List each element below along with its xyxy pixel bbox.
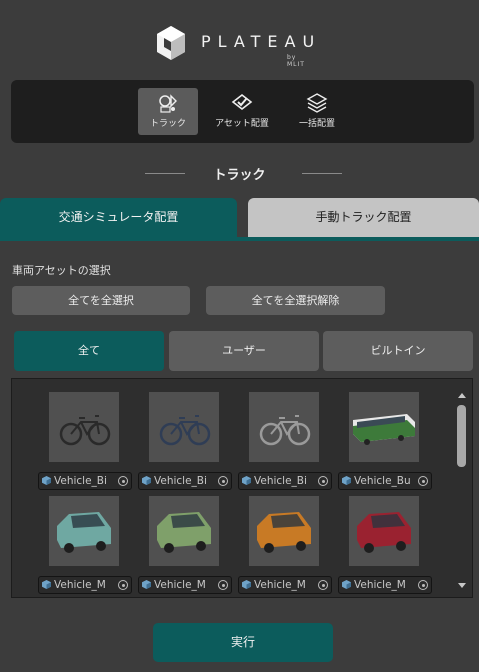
object-picker-icon[interactable]	[218, 476, 228, 486]
asset-thumbnail[interactable]	[249, 392, 319, 462]
prefab-cube-icon	[242, 580, 251, 589]
asset-name: Vehicle_M	[354, 579, 406, 591]
asset-object-field[interactable]: Vehicle_M	[138, 576, 232, 594]
asset-name: Vehicle_M	[154, 579, 206, 591]
prefab-cube-icon	[142, 476, 151, 485]
filter-tab-all[interactable]: 全て	[14, 331, 164, 371]
asset-name: Vehicle_Bu	[354, 475, 411, 487]
asset-thumbnail[interactable]	[149, 392, 219, 462]
mode-button-track[interactable]: トラック	[138, 88, 198, 135]
object-picker-icon[interactable]	[118, 476, 128, 486]
asset-grid-panel: Vehicle_Bi Vehicle_Bi Vehicle_Bi Vehicle…	[11, 378, 473, 598]
asset-object-field[interactable]: Vehicle_Bi	[38, 472, 132, 490]
prefab-cube-icon	[242, 476, 251, 485]
section-title: トラック	[213, 168, 266, 183]
object-picker-icon[interactable]	[118, 580, 128, 590]
tab-manual-track-placement[interactable]: 手動トラック配置	[248, 198, 479, 237]
logo-wordmark: PLATEAU	[201, 32, 322, 51]
object-picker-icon[interactable]	[318, 580, 328, 590]
asset-object-field[interactable]: Vehicle_M	[338, 576, 432, 594]
asset-name: Vehicle_Bi	[154, 475, 207, 487]
filter-tab-builtin[interactable]: ビルトイン	[323, 331, 473, 371]
mode-label-track: トラック	[149, 119, 186, 129]
mode-button-bulk-place[interactable]: 一括配置	[287, 88, 347, 135]
prefab-cube-icon	[42, 476, 51, 485]
asset-name: Vehicle_M	[254, 579, 306, 591]
tab-simulator-placement[interactable]: 交通シミュレータ配置	[0, 198, 237, 237]
asset-object-field[interactable]: Vehicle_M	[38, 576, 132, 594]
logo-subtitle: by MLIT	[287, 54, 305, 68]
asset-thumbnail[interactable]	[49, 392, 119, 462]
scrollbar-thumb[interactable]	[457, 405, 466, 467]
asset-object-field[interactable]: Vehicle_Bi	[238, 472, 332, 490]
object-picker-icon[interactable]	[318, 476, 328, 486]
asset-thumbnail[interactable]	[49, 496, 119, 566]
deselect-all-button[interactable]: 全てを全選択解除	[206, 286, 385, 315]
object-picker-icon[interactable]	[418, 580, 428, 590]
mode-label-asset-place: アセット配置	[215, 119, 269, 129]
asset-thumbnail[interactable]	[249, 496, 319, 566]
plateau-logo-icon	[157, 26, 185, 60]
scroll-up-icon[interactable]	[458, 393, 466, 398]
asset-name: Vehicle_Bi	[54, 475, 107, 487]
prefab-cube-icon	[342, 476, 351, 485]
vehicle-select-label: 車両アセットの選択	[12, 264, 111, 277]
mode-toolbar: トラック アセット配置 一括配置	[11, 80, 474, 143]
asset-thumbnail[interactable]	[349, 392, 419, 462]
title-divider-right	[302, 173, 342, 174]
asset-name: Vehicle_M	[54, 579, 106, 591]
mode-label-bulk-place: 一括配置	[298, 119, 335, 129]
object-picker-icon[interactable]	[218, 580, 228, 590]
prefab-cube-icon	[42, 580, 51, 589]
tab-underline	[0, 237, 479, 241]
asset-thumbnail[interactable]	[349, 496, 419, 566]
filter-tab-user[interactable]: ユーザー	[169, 331, 319, 371]
mode-button-asset-place[interactable]: アセット配置	[212, 88, 272, 135]
prefab-cube-icon	[342, 580, 351, 589]
asset-object-field[interactable]: Vehicle_Bi	[138, 472, 232, 490]
asset-place-icon	[231, 93, 253, 111]
select-all-button[interactable]: 全てを全選択	[12, 286, 190, 315]
run-button[interactable]: 実行	[153, 623, 333, 662]
scroll-down-icon[interactable]	[458, 583, 466, 588]
asset-object-field[interactable]: Vehicle_Bu	[338, 472, 432, 490]
track-icon	[159, 94, 177, 113]
asset-thumbnail[interactable]	[149, 496, 219, 566]
prefab-cube-icon	[142, 580, 151, 589]
object-picker-icon[interactable]	[418, 476, 428, 486]
bulk-place-icon	[306, 93, 328, 113]
asset-object-field[interactable]: Vehicle_M	[238, 576, 332, 594]
asset-name: Vehicle_Bi	[254, 475, 307, 487]
